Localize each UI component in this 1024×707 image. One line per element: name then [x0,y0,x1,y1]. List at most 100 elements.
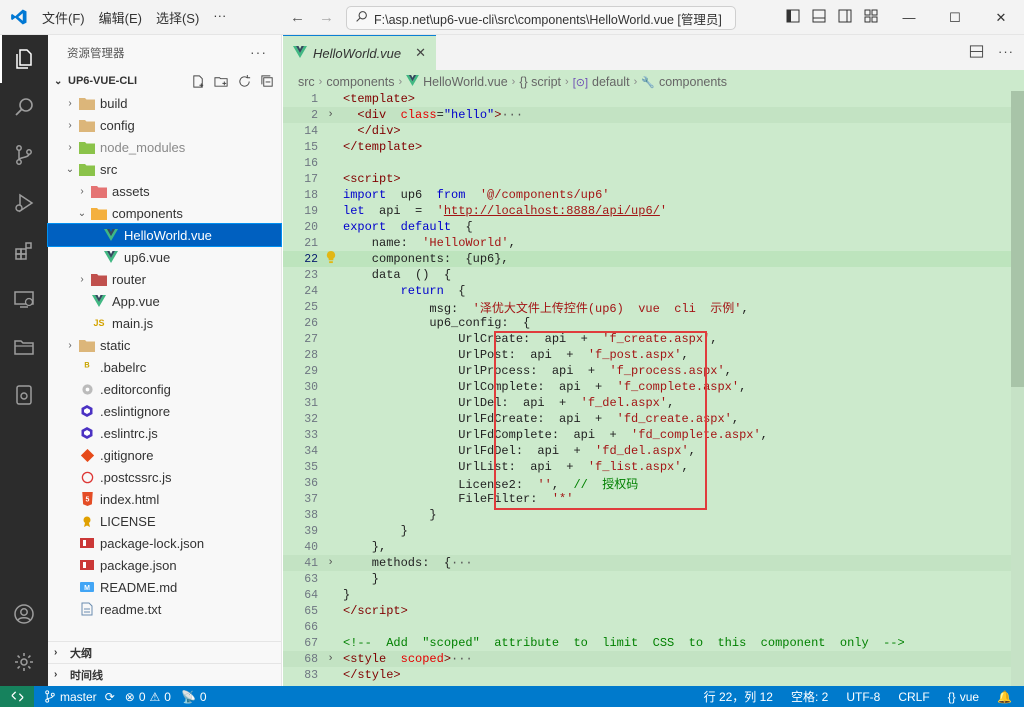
breadcrumb-components-prop[interactable]: components [659,75,727,89]
fold-chevron-icon[interactable]: › [318,653,343,665]
menu-edit[interactable]: 编辑(E) [99,8,142,27]
explorer-more-icon[interactable]: ··· [250,44,267,60]
tree-item[interactable]: › static [48,334,281,356]
code-line[interactable]: 20 export default { [283,219,1011,235]
new-file-icon[interactable] [191,74,206,89]
tree-item[interactable]: › build [48,92,281,114]
tree-item[interactable]: up6.vue [48,246,281,268]
collapse-all-icon[interactable] [260,74,275,89]
code-line[interactable]: 25 msg: '泽优大文件上传控件(up6) vue cli 示例', [283,299,1011,316]
extensions-icon[interactable] [0,227,48,275]
indentation[interactable]: 空格: 2 [791,688,828,705]
tree-item[interactable]: package.json [48,554,281,576]
toggle-primary-sidebar-icon[interactable] [786,9,800,23]
code-line[interactable]: 15 </template> [283,139,1011,155]
sync-icon[interactable]: ⟳ [105,690,115,704]
tree-item[interactable]: › node_modules [48,136,281,158]
code-line[interactable]: 18 import up6 from '@/components/up6' [283,187,1011,203]
tree-item[interactable]: 5 index.html [48,488,281,510]
breadcrumb-src[interactable]: src [298,75,315,89]
tree-item[interactable]: .postcssrc.js [48,466,281,488]
ports-indicator[interactable]: 📡 0 [181,690,207,704]
code-line[interactable]: 16 [283,155,1011,171]
run-debug-icon[interactable] [0,179,48,227]
tree-item[interactable]: .editorconfig [48,378,281,400]
timeline-section[interactable]: › 时间线 [48,663,282,685]
fold-chevron-icon[interactable]: › [318,109,343,121]
code-line[interactable]: 65 </script> [283,603,1011,619]
code-line[interactable]: 17 <script> [283,171,1011,187]
remote-explorer-icon[interactable] [0,275,48,323]
forward-arrow-icon[interactable]: → [319,9,334,26]
maximize-button[interactable]: ☐ [932,0,978,35]
toggle-panel-icon[interactable] [812,9,826,23]
folder-view-icon[interactable] [0,323,48,371]
command-center[interactable]: F:\asp.net\up6-vue-cli\src\components\He… [346,6,736,30]
breadcrumb-script[interactable]: {} script [519,75,561,89]
source-control-icon[interactable] [0,131,48,179]
breadcrumb-file[interactable]: HelloWorld.vue [423,75,508,89]
breadcrumb-components[interactable]: components [326,75,394,89]
project-header[interactable]: ⌄ UP6-VUE-CLI [48,70,281,92]
problems-indicator[interactable]: ⊗ 0 ⚠ 0 [125,690,171,704]
tree-item[interactable]: HelloWorld.vue [47,223,282,247]
language-mode[interactable]: {} vue [948,690,979,704]
code-line[interactable]: 21 name: 'HelloWorld', [283,235,1011,251]
code-line[interactable]: 39 } [283,523,1011,539]
code-line[interactable]: 40 }, [283,539,1011,555]
tree-item[interactable]: M README.md [48,576,281,598]
tree-item[interactable]: ᴮ .babelrc [48,356,281,378]
docker-icon[interactable] [0,371,48,419]
end-of-line[interactable]: CRLF [898,690,929,704]
back-arrow-icon[interactable]: ← [290,9,305,26]
branch-indicator[interactable]: master ⟳ [44,690,115,704]
tree-item[interactable]: App.vue [48,290,281,312]
code-line[interactable]: 2 › <div class="hello">··· [283,107,1011,123]
tree-item[interactable]: .eslintrc.js [48,422,281,444]
code-line[interactable]: 67 <!-- Add "scoped" attribute to limit C… [283,635,1011,651]
menu-more[interactable]: ··· [213,8,226,27]
notifications-bell-icon[interactable]: 🔔 [997,690,1012,704]
tree-item[interactable]: JS main.js [48,312,281,334]
tree-item[interactable]: ⌄ components [48,202,281,224]
menu-file[interactable]: 文件(F) [42,8,85,27]
code-line[interactable]: 19 let api = 'http://localhost:8888/api/u… [283,203,1011,219]
toggle-secondary-sidebar-icon[interactable] [838,9,852,23]
code-line[interactable]: 26 up6_config: { [283,315,1011,331]
new-folder-icon[interactable] [214,74,229,89]
minimize-button[interactable]: — [886,0,932,35]
tree-item[interactable]: › assets [48,180,281,202]
code-line[interactable]: 41 › methods: {··· [283,555,1011,571]
code-line[interactable]: 63 } [283,571,1011,587]
code-line[interactable]: 23 data () { [283,267,1011,283]
tree-item[interactable]: readme.txt [48,598,281,620]
remote-indicator-icon[interactable] [0,686,34,707]
code-line[interactable]: 68 › <style scoped>··· [283,651,1011,667]
tab-helloworld-vue[interactable]: HelloWorld.vue ✕ [283,35,437,70]
split-editor-icon[interactable] [969,44,984,59]
code-line[interactable]: 14 </div> [283,123,1011,139]
explorer-icon[interactable] [0,35,48,83]
breadcrumb-default[interactable]: default [592,75,630,89]
tree-item[interactable]: .eslintignore [48,400,281,422]
close-tab-icon[interactable]: ✕ [415,45,426,61]
tree-item[interactable]: .gitignore [48,444,281,466]
code-line[interactable]: 1 <template> [283,91,1011,107]
outline-section[interactable]: › 大纲 [48,641,282,663]
code-line[interactable]: 22 components: {up6}, [283,250,1011,267]
tree-item[interactable]: › router [48,268,281,290]
close-button[interactable]: ✕ [978,0,1024,35]
manage-gear-icon[interactable] [0,638,48,686]
customize-layout-icon[interactable] [864,9,878,23]
tree-item[interactable]: package-lock.json [48,532,281,554]
refresh-icon[interactable] [237,74,252,89]
encoding[interactable]: UTF-8 [846,690,880,704]
scrollbar-thumb[interactable] [1011,91,1024,387]
search-view-icon[interactable] [0,83,48,131]
code-line[interactable]: 66 [283,619,1011,635]
tree-item[interactable]: LICENSE [48,510,281,532]
code-line[interactable]: 83 </style> [283,667,1011,683]
code-line[interactable]: 64} [283,587,1011,603]
tree-item[interactable]: › config [48,114,281,136]
tree-item[interactable]: ⌄ src [48,158,281,180]
